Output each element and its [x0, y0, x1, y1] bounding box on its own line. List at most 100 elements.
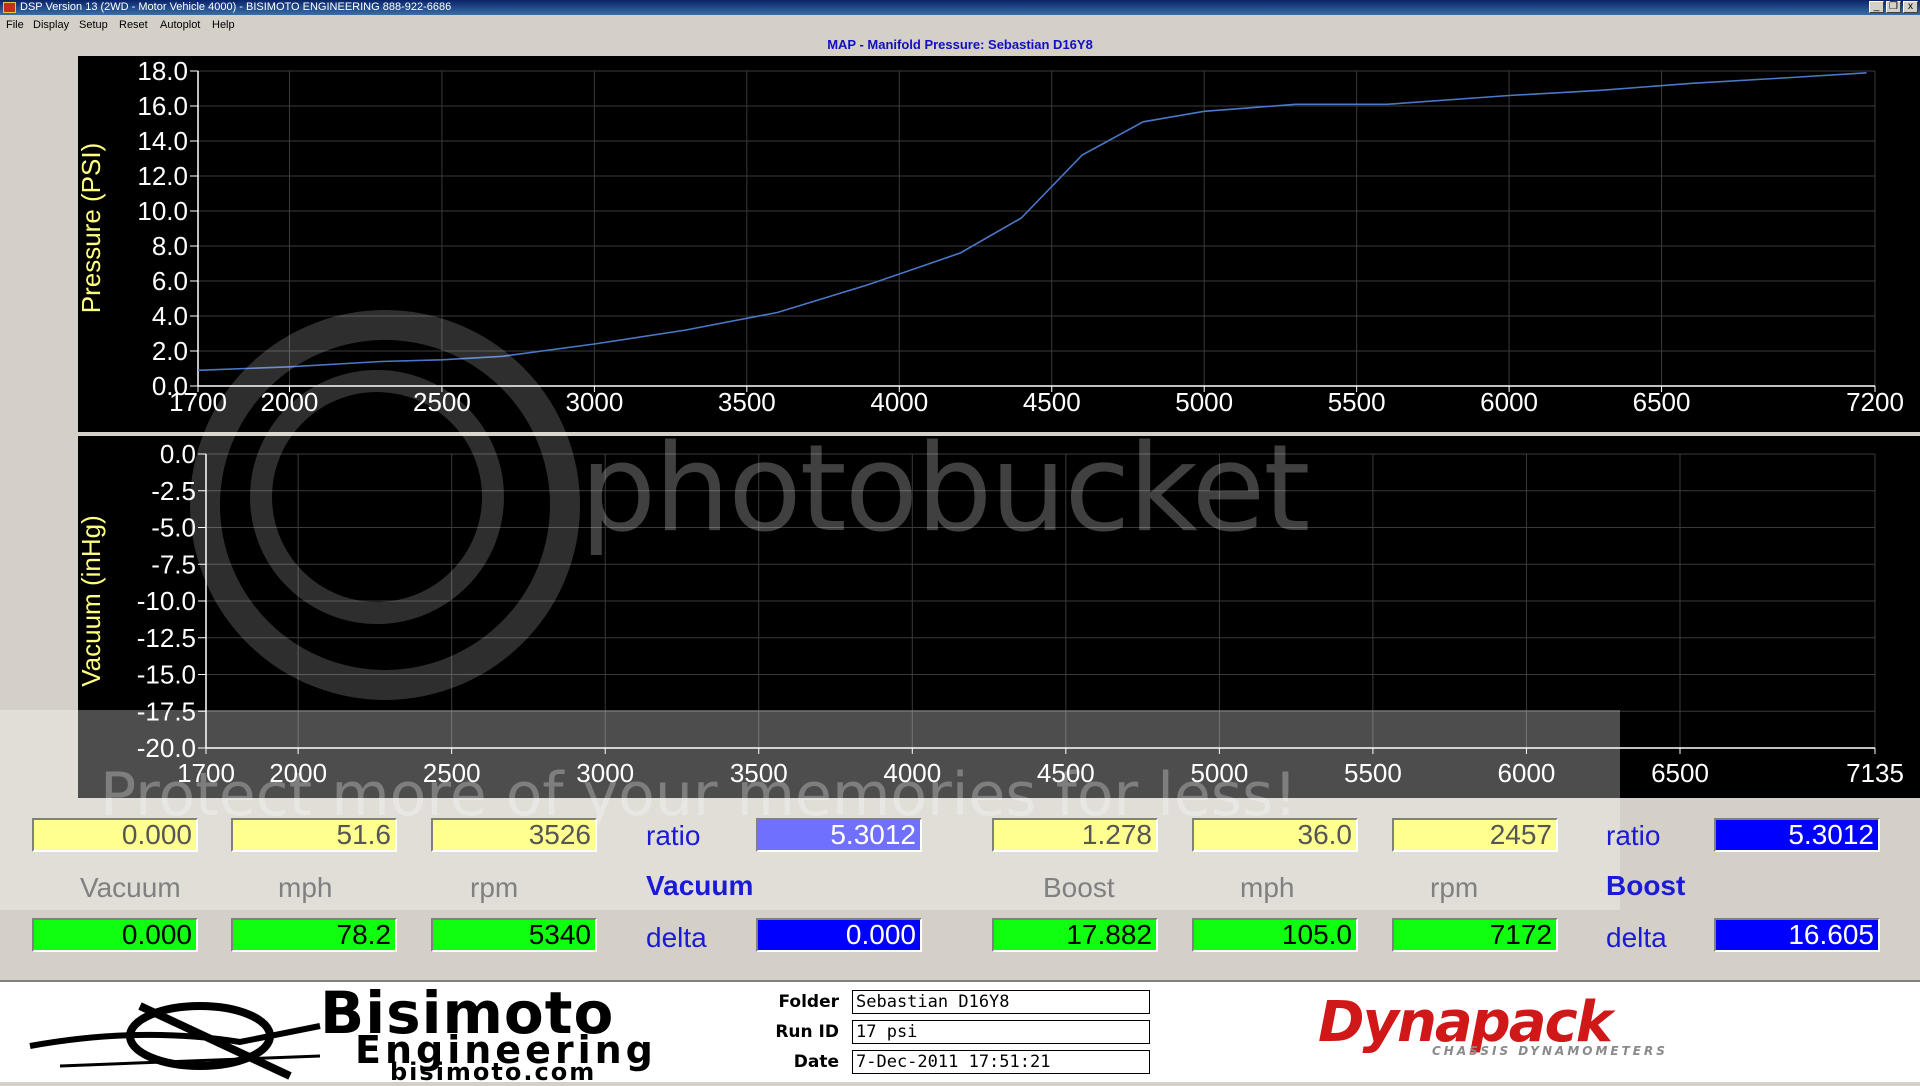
vacuum-label: Vacuum: [80, 872, 181, 903]
date-field: 7-Dec-2011 17:51:21: [852, 1050, 1150, 1074]
x-tick-label: 2000: [261, 387, 319, 417]
x-tick-label: 6000: [1498, 758, 1556, 788]
menu-help[interactable]: Help: [212, 19, 235, 31]
y-tick-label: -17.5: [137, 696, 196, 726]
x-tick-label: 2500: [413, 387, 471, 417]
ratio-readout-left: 5.3012: [756, 818, 922, 852]
window-titlebar: DSP Version 13 (2WD - Motor Vehicle 4000…: [0, 0, 1920, 15]
y-tick-label: 4.0: [152, 301, 188, 331]
x-tick-label: 7135: [1846, 758, 1904, 788]
rpm-green-readout-right: 7172: [1392, 918, 1558, 952]
rpm-label-right: rpm: [1430, 872, 1479, 903]
window-controls: _ ❐ x: [1869, 1, 1918, 13]
pressure-chart: 1700 2000 2500 3000 3500 4000 4500 5000 5500 6000…: [76, 56, 1920, 432]
dynapack-logo-subtext: CHASSIS DYNAMOMETERS: [1432, 1044, 1668, 1058]
boost-mode-label: Boost: [1606, 870, 1686, 901]
ratio-readout-right: 5.3012: [1714, 818, 1880, 852]
y-tick-label: -20.0: [137, 733, 196, 763]
menu-display[interactable]: Display: [33, 19, 69, 31]
x-tick-label: 4500: [1037, 758, 1095, 788]
mph-green-readout: 78.2: [231, 918, 397, 952]
mph-yellow-readout: 51.6: [231, 818, 397, 852]
y-tick-label: 12.0: [137, 161, 188, 191]
y-tick-label: -7.5: [151, 549, 196, 579]
x-tick-label: 3000: [565, 387, 623, 417]
x-tick-label: 7200: [1846, 387, 1904, 417]
rpm-yellow-readout-right: 2457: [1392, 818, 1558, 852]
mph-yellow-readout-right: 36.0: [1192, 818, 1358, 852]
window-title: DSP Version 13 (2WD - Motor Vehicle 4000…: [20, 1, 452, 13]
y-tick-label: 8.0: [152, 231, 188, 261]
folder-label: Folder: [778, 992, 839, 1012]
menu-autoplot[interactable]: Autoplot: [160, 19, 200, 31]
delta-readout-left: 0.000: [756, 918, 922, 952]
vacuum-green-readout: 0.000: [32, 918, 198, 952]
readout-panel: 0.000 51.6 3526 ratio 5.3012 Vacuum mph …: [0, 798, 1920, 978]
x-tick-label: 5500: [1328, 387, 1386, 417]
y-tick-label: 0.0: [160, 439, 196, 469]
y-tick-label: -2.5: [151, 476, 196, 506]
x-tick-label: 4500: [1023, 387, 1081, 417]
rpm-label-left: rpm: [470, 872, 519, 903]
x-tick-label: 2500: [423, 758, 481, 788]
y-tick-label: 10.0: [137, 196, 188, 226]
minimize-button[interactable]: _: [1869, 1, 1884, 13]
plot-background: [78, 56, 1920, 432]
close-button[interactable]: x: [1903, 1, 1918, 13]
folder-field: Sebastian D16Y8: [852, 990, 1150, 1014]
bisimoto-logo-url: bisimoto.com: [390, 1058, 597, 1086]
menu-file[interactable]: File: [6, 19, 24, 31]
vacuum-mode-label: Vacuum: [646, 870, 754, 901]
y-tick-label: -10.0: [137, 586, 196, 616]
x-tick-label: 4000: [870, 387, 928, 417]
x-tick-label: 3500: [718, 387, 776, 417]
menu-setup[interactable]: Setup: [79, 19, 108, 31]
vacuum-chart: 1700 2000 2500 3000 3500 4000 4500 5000 5500 6000…: [76, 436, 1920, 798]
chart-title: MAP - Manifold Pressure: Sebastian D16Y8: [827, 37, 1093, 52]
y-tick-label: 14.0: [137, 126, 188, 156]
y-tick-label: -15.0: [137, 660, 196, 690]
mph-label-left: mph: [278, 872, 333, 903]
delta-label-left: delta: [646, 922, 707, 953]
mph-label-right: mph: [1240, 872, 1295, 903]
rpm-green-readout: 5340: [431, 918, 597, 952]
x-tick-label: 3000: [576, 758, 634, 788]
runid-label: Run ID: [775, 1022, 839, 1042]
ratio-label-right: ratio: [1606, 820, 1661, 851]
x-tick-label: 5500: [1344, 758, 1402, 788]
rpm-yellow-readout: 3526: [431, 818, 597, 852]
app-icon: [3, 2, 16, 13]
boost-label: Boost: [1043, 872, 1115, 903]
y-tick-label: -5.0: [151, 513, 196, 543]
x-tick-label: 5000: [1190, 758, 1248, 788]
x-tick-label: 6500: [1651, 758, 1709, 788]
runid-field: 17 psi: [852, 1020, 1150, 1044]
x-tick-label: 2000: [269, 758, 327, 788]
y-tick-label: 6.0: [152, 266, 188, 296]
menu-bar: File Display Setup Reset Autoplot Help: [0, 15, 1920, 35]
x-tick-label: 5000: [1175, 387, 1233, 417]
ratio-label-left: ratio: [646, 820, 701, 851]
mph-green-readout-right: 105.0: [1192, 918, 1358, 952]
y-axis-label: Pressure (PSI): [76, 143, 106, 314]
delta-label-right: delta: [1606, 922, 1667, 953]
date-label: Date: [793, 1052, 839, 1072]
y-tick-label: 18.0: [137, 56, 188, 86]
y-tick-label: 2.0: [152, 336, 188, 366]
x-tick-label: 6500: [1633, 387, 1691, 417]
vacuum-yellow-readout: 0.000: [32, 818, 198, 852]
x-tick-label: 6000: [1480, 387, 1538, 417]
y-tick-label: -12.5: [137, 623, 196, 653]
y-tick-label: 16.0: [137, 91, 188, 121]
y-tick-label: 0.0: [152, 371, 188, 401]
boost-yellow-readout: 1.278: [992, 818, 1158, 852]
bisimoto-swoosh-logo: [29, 1002, 321, 1080]
y-axis-label: Vacuum (inHg): [76, 515, 106, 686]
menu-reset[interactable]: Reset: [119, 19, 148, 31]
restore-button[interactable]: ❐: [1886, 1, 1901, 13]
boost-green-readout: 17.882: [992, 918, 1158, 952]
x-tick-label: 4000: [883, 758, 941, 788]
x-tick-label: 3500: [730, 758, 788, 788]
delta-readout-right: 16.605: [1714, 918, 1880, 952]
footer: Bisimoto Engineering bisimoto.com Folder…: [0, 980, 1920, 1086]
